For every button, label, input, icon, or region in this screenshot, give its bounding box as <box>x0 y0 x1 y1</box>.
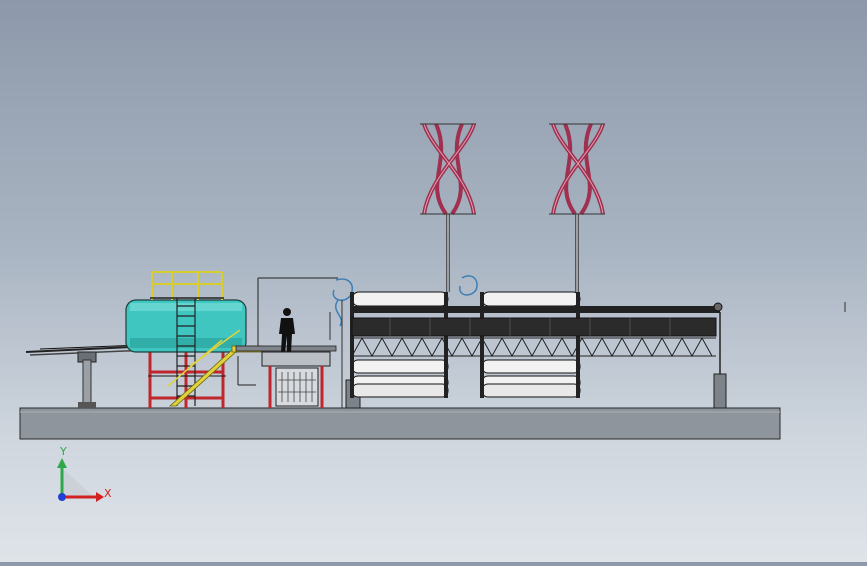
cad-viewport[interactable]: Y X <box>0 0 867 562</box>
tank-support-frame <box>148 350 225 408</box>
wind-turbine-2 <box>549 123 605 292</box>
wind-turbine-1 <box>420 123 476 292</box>
lattice-truss <box>351 336 716 358</box>
coordinate-triad[interactable]: Y X <box>57 445 112 502</box>
main-beam <box>351 302 723 337</box>
assembly-drawing: Y X <box>19 123 846 502</box>
z-axis-origin <box>58 493 66 501</box>
control-cabinet <box>261 351 331 408</box>
solar-panel-tracker <box>25 344 151 409</box>
base-slab <box>19 407 781 440</box>
x-axis-label: X <box>104 487 112 500</box>
human-scale-figure <box>279 308 295 352</box>
y-axis-label: Y <box>59 445 67 458</box>
tank-top-railing <box>151 271 223 300</box>
